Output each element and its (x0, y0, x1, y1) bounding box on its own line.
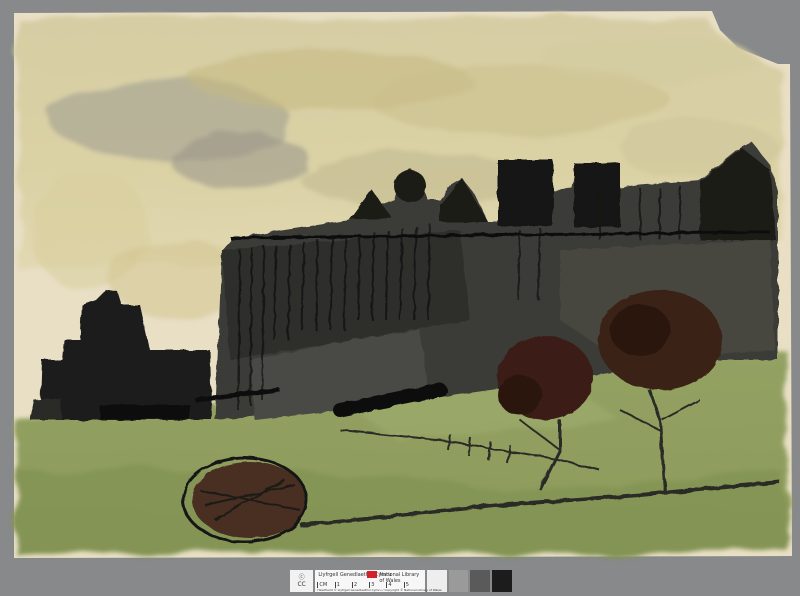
logo-line-2: CC (297, 581, 306, 588)
swatch-black (492, 570, 513, 592)
library-label: Llyfrgell Genedlaethol Cymru National Li… (315, 570, 442, 592)
logo-line-1: ⓒ (298, 574, 305, 581)
color-scale-bar: ⓒ CC Llyfrgell Genedlaethol Cymru Nation… (290, 570, 513, 592)
watercolour-castle-painting (14, 11, 792, 558)
foreground-bush (181, 456, 309, 544)
swatch-light-grey (448, 570, 469, 592)
library-logo-icon (367, 571, 378, 578)
cm-ruler: CM 1 2 3 4 5 (317, 580, 421, 588)
copyright-logo: ⓒ CC (290, 570, 314, 592)
rights-statement: Hawlfraint © Llyfrgell Genedlaethol Cymr… (317, 588, 442, 592)
swatch-dark-grey (470, 570, 491, 592)
